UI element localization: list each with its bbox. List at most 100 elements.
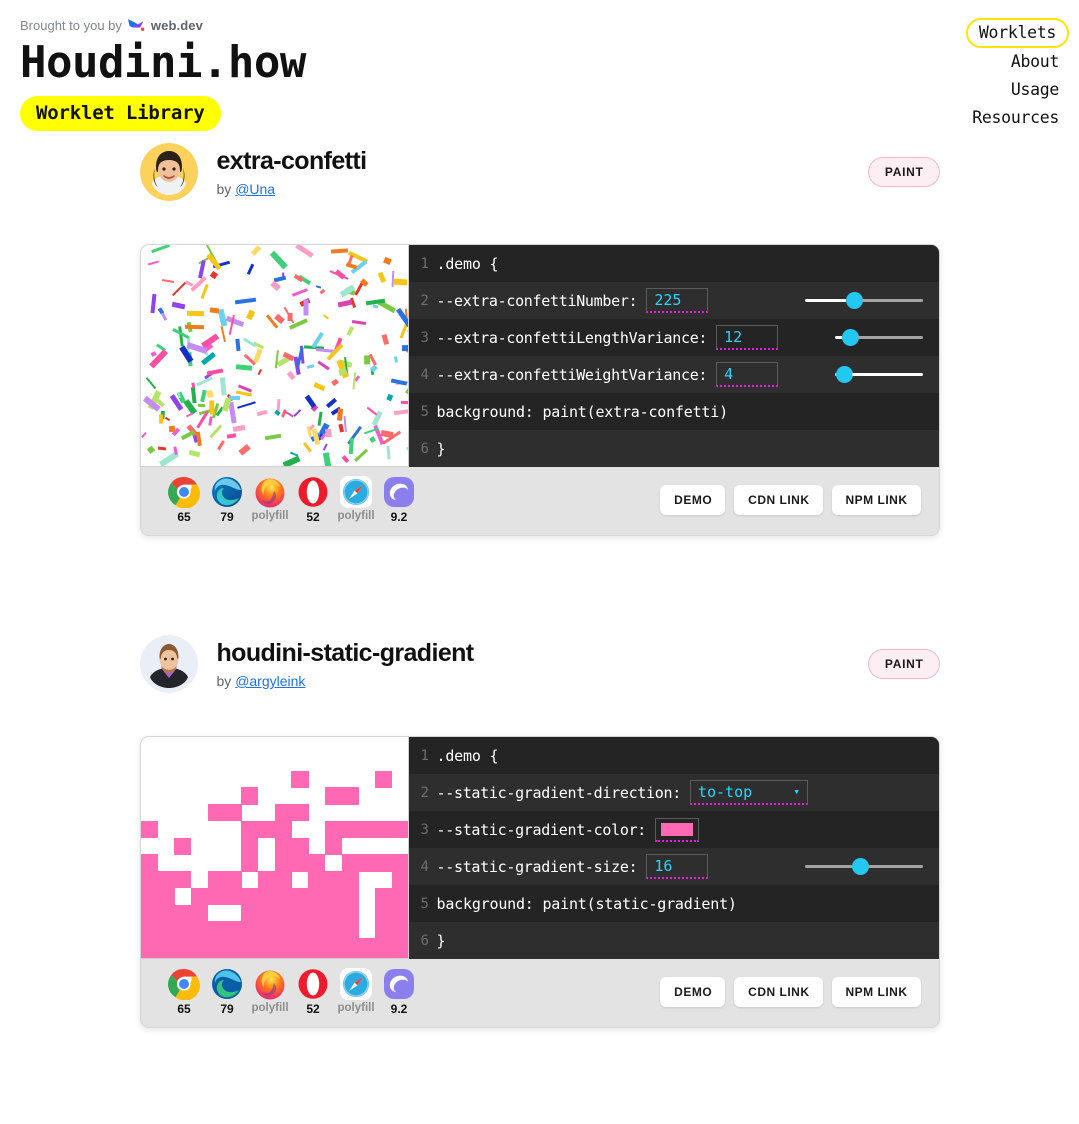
demo-button[interactable]: DEMO	[660, 485, 726, 515]
css-property-name: --extra-confettiNumber:	[436, 291, 638, 310]
line-number: 4	[420, 858, 429, 875]
slider-knob[interactable]	[841, 329, 859, 346]
code-line-2: 2 --extra-confettiNumber: 225	[408, 282, 939, 319]
main-nav: Worklets About Usage Resources	[965, 18, 1069, 132]
status-badge: PAINT	[867, 649, 940, 679]
browser-version: polyfill	[251, 510, 289, 522]
color-picker[interactable]	[655, 817, 700, 842]
browser-samsung-internet: 9.2	[378, 968, 421, 1016]
slider-track-filled	[804, 299, 847, 302]
line-number: 1	[420, 255, 429, 272]
slider-knob[interactable]	[851, 858, 869, 875]
card-footer: 65 79 polyfill 52 polyfill 9.2 DEMO CDN …	[140, 467, 939, 535]
direction-select-value: to-top	[697, 783, 753, 801]
code-selector: .demo {	[436, 254, 499, 273]
avatar	[139, 635, 198, 693]
opera-icon	[297, 476, 329, 508]
firefox-icon	[254, 476, 286, 508]
value-input-confetti-number[interactable]: 225	[646, 288, 709, 313]
npm-link-button[interactable]: NPM LINK	[831, 485, 921, 515]
code-close-brace: }	[436, 931, 446, 950]
npm-link-button[interactable]: NPM LINK	[831, 977, 921, 1007]
browser-safari: polyfill	[335, 476, 378, 524]
worklet-author-line: by @argyleink	[217, 673, 868, 689]
css-property-name: --static-gradient-color:	[436, 820, 647, 839]
worklet-title: extra-confetti	[216, 147, 368, 176]
avatar	[139, 143, 198, 201]
slider-knob[interactable]	[845, 292, 863, 309]
page-header: Brought to you by web.dev Houdini.how Wo…	[0, 0, 1079, 140]
direction-select[interactable]: to-top ▾	[689, 780, 808, 805]
value-input-weight-variance[interactable]: 4	[716, 362, 779, 387]
author-link[interactable]: @Una	[235, 181, 275, 197]
code-line-3: 3 --static-gradient-color:	[408, 811, 939, 848]
value-input-length-variance[interactable]: 12	[716, 325, 779, 350]
line-number: 3	[420, 329, 429, 346]
code-line-3: 3 --extra-confettiLengthVariance: 12	[408, 319, 939, 356]
worklet-author-line: by @Una	[217, 181, 868, 197]
slider-track-filled	[804, 865, 853, 868]
safari-icon	[340, 968, 372, 1000]
browser-firefox: polyfill	[249, 476, 292, 524]
author-link[interactable]: @argyleink	[235, 673, 305, 689]
slider-length-variance[interactable]	[834, 329, 925, 347]
brought-by-label: Brought to you by	[20, 17, 122, 33]
line-number: 6	[420, 440, 429, 457]
card-actions: DEMO CDN LINK NPM LINK	[660, 485, 921, 515]
browser-edge: 79	[206, 476, 249, 524]
code-close-brace: }	[436, 439, 446, 458]
browser-support-list: 65 79 polyfill 52 polyfill 9.2	[163, 476, 421, 524]
browser-version: 65	[177, 1002, 191, 1016]
browser-opera: 52	[292, 476, 335, 524]
browser-firefox: polyfill	[249, 968, 292, 1016]
value-input-gradient-size[interactable]: 16	[646, 854, 709, 879]
line-number: 3	[420, 821, 429, 838]
slider-confetti-number[interactable]	[804, 292, 925, 310]
slider-gradient-size[interactable]	[804, 858, 925, 876]
nav-item-about[interactable]: About	[966, 48, 1059, 76]
nav-item-usage[interactable]: Usage	[966, 76, 1059, 104]
demo-button[interactable]: DEMO	[660, 977, 726, 1007]
worklet-card-extra-confetti: extra-confetti by @Una PAINT 1 .demo {2…	[139, 140, 940, 536]
line-number: 5	[420, 403, 429, 420]
worklet-meta: houdini-static-gradient by @argyleink	[217, 639, 868, 689]
page-title: Houdini.how	[20, 37, 306, 88]
code-background-decl: background: paint(static-gradient)	[436, 894, 737, 913]
nav-item-worklets[interactable]: Worklets	[965, 18, 1069, 48]
samsung-internet-icon	[383, 476, 415, 508]
worklet-header: houdini-static-gradient by @argyleink PA…	[139, 632, 940, 696]
by-label: by	[216, 672, 232, 689]
slider-knob[interactable]	[835, 366, 853, 383]
browser-samsung-internet: 9.2	[378, 476, 421, 524]
code-selector: .demo {	[436, 746, 499, 765]
line-number: 5	[420, 895, 429, 912]
browser-version: 9.2	[390, 1002, 408, 1016]
css-property-name: --static-gradient-size:	[436, 857, 638, 876]
browser-version: 79	[220, 1002, 234, 1016]
by-label: by	[216, 180, 232, 197]
nav-item-resources[interactable]: Resources	[966, 104, 1059, 132]
edge-icon	[211, 968, 243, 1000]
edge-icon	[211, 476, 243, 508]
brought-to-you-by: Brought to you by web.dev	[20, 16, 1059, 34]
code-line-1: 1 .demo {	[408, 737, 939, 774]
card-actions: DEMO CDN LINK NPM LINK	[660, 977, 921, 1007]
code-line-5: 5 background: paint(extra-confetti)	[408, 393, 939, 430]
static-gradient-paint-surface	[140, 737, 408, 958]
code-line-4: 4 --static-gradient-size: 16	[408, 848, 939, 885]
cdn-link-button[interactable]: CDN LINK	[734, 485, 823, 515]
chrome-icon	[168, 476, 200, 509]
cdn-link-button[interactable]: CDN LINK	[734, 977, 823, 1007]
samsung-internet-icon	[383, 968, 415, 1000]
slider-track-rest	[857, 336, 923, 339]
code-editor: 1 .demo { 2 --extra-confettiNumber: 225	[408, 245, 939, 467]
slider-weight-variance[interactable]	[834, 366, 925, 384]
browser-opera: 52	[292, 968, 335, 1016]
card-body: 1 .demo { 2 --static-gradient-direction:…	[140, 737, 939, 959]
code-line-6: 6 }	[408, 922, 939, 959]
line-number: 2	[420, 784, 429, 801]
worklet-demo-card: 1 .demo { 2 --static-gradient-direction:…	[139, 736, 940, 1028]
code-line-6: 6 }	[408, 430, 939, 467]
browser-version: 52	[306, 1002, 320, 1016]
